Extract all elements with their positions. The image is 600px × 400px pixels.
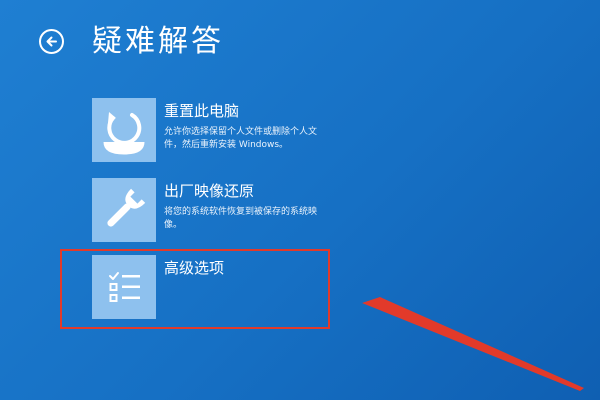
option-advanced-options-title: 高级选项: [164, 259, 225, 277]
wrench-icon: [107, 188, 146, 227]
back-arrow-icon: [46, 36, 57, 47]
reset-refresh-icon: [103, 112, 145, 155]
option-reset-pc[interactable]: 重置此电脑 允许你选择保留个人文件或删除个人文件，然后重新安装 Windows。: [92, 98, 322, 164]
option-factory-image-restore-description: 将您的系统软件恢复到被保存的系统映像。: [164, 207, 318, 230]
option-reset-pc-description: 允许你选择保留个人文件或删除个人文件，然后重新安装 Windows。: [164, 127, 318, 150]
checklist-icon: [109, 272, 140, 302]
option-advanced-options-tile: [92, 255, 156, 319]
option-factory-image-restore-title: 出厂映像还原: [164, 182, 255, 200]
option-reset-pc-tile: [92, 98, 156, 162]
back-button[interactable]: [39, 29, 64, 54]
option-advanced-options[interactable]: 高级选项: [92, 255, 322, 321]
option-reset-pc-title: 重置此电脑: [164, 102, 240, 120]
option-factory-image-restore-tile: [92, 178, 156, 242]
option-factory-image-restore[interactable]: 出厂映像还原 将您的系统软件恢复到被保存的系统映像。: [92, 178, 322, 244]
page-title: 疑难解答: [92, 24, 224, 59]
